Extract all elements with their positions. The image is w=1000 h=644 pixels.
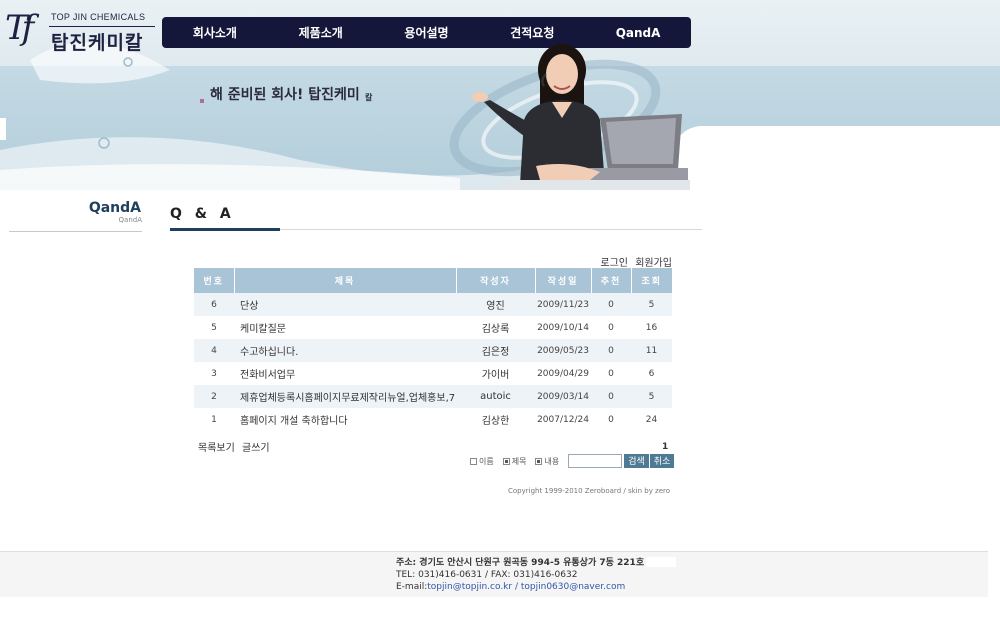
row-date: 2007/12/24 <box>535 408 591 431</box>
table-header-row: 번호 제목 작성자 작성일 추천 조회 <box>194 268 672 293</box>
footer-email-line: E-mail:topjin@topjin.co.kr / topjin0630@… <box>396 581 644 593</box>
column-header-date[interactable]: 작성일 <box>535 268 592 293</box>
board-actions: 목록보기 글쓰기 <box>198 439 274 454</box>
row-date: 2009/03/14 <box>535 385 591 408</box>
table-row: 5 케미칼질문 김상록 2009/10/14 0 16 <box>194 316 672 339</box>
row-date: 2009/04/29 <box>535 362 591 385</box>
search-option-name-label: 이름 <box>479 456 494 466</box>
board-copyright: Copyright 1999-2010 Zeroboard / skin by … <box>508 487 671 495</box>
slogan-bullet <box>200 99 204 103</box>
nav-item-glossary[interactable]: 용어설명 <box>374 24 480 41</box>
search-option-name[interactable]: 이름 <box>470 456 494 467</box>
board-search: 이름 제목 내용 검색 취소 <box>470 453 675 469</box>
row-title-link[interactable]: 제휴업체등록시홈페이지무료제작리뉴얼,업체홍보,7 <box>234 385 456 408</box>
row-number: 1 <box>194 408 234 431</box>
row-author[interactable]: 김은정 <box>456 339 535 362</box>
logo-english-name: TOP JIN CHEMICALS <box>51 12 146 22</box>
nav-item-products[interactable]: 제품소개 <box>268 24 374 41</box>
row-author[interactable]: 김상록 <box>456 316 535 339</box>
checkbox-icon[interactable] <box>470 457 477 465</box>
column-header-author[interactable]: 작성자 <box>456 268 536 293</box>
column-header-views[interactable]: 조회 <box>631 268 672 293</box>
row-votes: 0 <box>591 362 631 385</box>
row-author[interactable]: 김상한 <box>456 408 535 431</box>
search-option-content[interactable]: 내용 <box>535 456 559 467</box>
footer-email-label: E-mail: <box>396 582 428 592</box>
row-date: 2009/10/14 <box>535 316 591 339</box>
row-views: 5 <box>631 385 672 408</box>
table-row: 4 수고하십니다. 김은정 2009/05/23 0 11 <box>194 339 672 362</box>
slogan-tail-text: 칼 <box>365 93 373 102</box>
page-title: Q & A <box>170 206 235 222</box>
sidebar-title: QandA QandA <box>9 200 142 232</box>
nav-item-company[interactable]: 회사소개 <box>162 24 268 41</box>
checkbox-icon[interactable] <box>535 457 543 465</box>
footer-phone-fax: TEL: 031)416-0631 / FAX: 031)416-0632 <box>396 570 578 580</box>
row-number: 6 <box>194 293 234 316</box>
search-option-title-label: 제목 <box>511 456 527 466</box>
row-views: 5 <box>631 293 672 316</box>
site-logo[interactable]: Tf TOP JIN CHEMICALS 탑진케미칼 <box>5 8 155 54</box>
list-view-link[interactable]: 목록보기 <box>198 443 235 454</box>
row-number: 2 <box>194 385 234 408</box>
row-number: 5 <box>194 316 234 339</box>
heading-divider-accent <box>170 228 280 231</box>
row-title-link[interactable]: 홈페이지 개설 축하합니다 <box>234 408 456 431</box>
logo-korean-name: 탑진케미칼 <box>51 32 144 54</box>
footer-address: 주소: 경기도 안산시 단원구 원곡동 994-5 유통상가 7동 221호 <box>396 558 645 568</box>
column-header-votes[interactable]: 추천 <box>591 268 632 293</box>
row-author[interactable]: 영진 <box>456 293 535 316</box>
company-info: 주소: 경기도 안산시 단원구 원곡동 994-5 유통상가 7동 221호 T… <box>396 557 644 593</box>
row-title-link[interactable]: 단상 <box>234 293 456 316</box>
sidebar-title-sub: QandA <box>118 216 142 224</box>
logo-divider <box>49 26 155 27</box>
footer-email-link-2[interactable]: topjin0630@naver.com <box>521 582 625 592</box>
row-title-link[interactable]: 수고하십니다. <box>234 339 456 362</box>
row-views: 6 <box>631 362 672 385</box>
table-row: 3 전화비서업무 가이버 2009/04/29 0 6 <box>194 362 672 385</box>
sidebar-title-main: QandA <box>88 200 141 216</box>
row-author[interactable]: 가이버 <box>456 362 535 385</box>
row-votes: 0 <box>591 339 631 362</box>
search-button[interactable]: 검색 <box>624 454 649 468</box>
table-row: 6 단상 영진 2009/11/23 0 5 <box>194 293 672 316</box>
row-date: 2009/11/23 <box>535 293 591 316</box>
row-votes: 0 <box>591 293 631 316</box>
row-number: 4 <box>194 339 234 362</box>
slogan-text: 해 준비된 회사! 탑진케미 <box>210 87 360 103</box>
row-views: 11 <box>631 339 672 362</box>
footer-mask <box>646 557 676 567</box>
row-votes: 0 <box>591 316 631 339</box>
footer: 주소: 경기도 안산시 단원구 원곡동 994-5 유통상가 7동 221호 T… <box>0 551 988 597</box>
row-votes: 0 <box>591 408 631 431</box>
column-header-number[interactable]: 번호 <box>194 268 235 293</box>
column-header-title[interactable]: 제목 <box>234 268 457 293</box>
pagination-page[interactable]: 1 <box>662 442 668 452</box>
row-author[interactable]: autoic <box>456 385 535 408</box>
footer-email-link-1[interactable]: topjin@topjin.co.kr <box>427 582 512 592</box>
tj-monogram-icon: Tf <box>5 8 34 48</box>
row-date: 2009/05/23 <box>535 339 591 362</box>
row-number: 3 <box>194 362 234 385</box>
receptionist-image <box>472 44 690 190</box>
write-post-link[interactable]: 글쓰기 <box>242 443 270 454</box>
search-input[interactable] <box>568 454 623 468</box>
row-title-link[interactable]: 전화비서업무 <box>234 362 456 385</box>
account-links: 로그인 회원가입 <box>560 254 672 269</box>
row-views: 24 <box>631 408 672 431</box>
nav-item-quote[interactable]: 견적요청 <box>479 24 585 41</box>
qa-board-table: 번호 제목 작성자 작성일 추천 조회 6 단상 영진 2009/11/23 0… <box>194 268 672 431</box>
checkbox-icon[interactable] <box>502 457 510 465</box>
footer-email-separator: / <box>512 582 521 592</box>
table-row: 1 홈페이지 개설 축하합니다 김상한 2007/12/24 0 24 <box>194 408 672 431</box>
header: Tf TOP JIN CHEMICALS 탑진케미칼 회사소개 제품소개 용어설… <box>0 0 1000 190</box>
row-views: 16 <box>631 316 672 339</box>
row-votes: 0 <box>591 385 631 408</box>
search-option-title[interactable]: 제목 <box>502 456 527 467</box>
row-title-link[interactable]: 케미칼질문 <box>234 316 456 339</box>
cancel-button[interactable]: 취소 <box>649 454 675 468</box>
nav-item-qanda[interactable]: QandA <box>585 26 691 40</box>
search-option-content-label: 내용 <box>544 456 560 466</box>
table-row: 2 제휴업체등록시홈페이지무료제작리뉴얼,업체홍보,7 autoic 2009/… <box>194 385 672 408</box>
